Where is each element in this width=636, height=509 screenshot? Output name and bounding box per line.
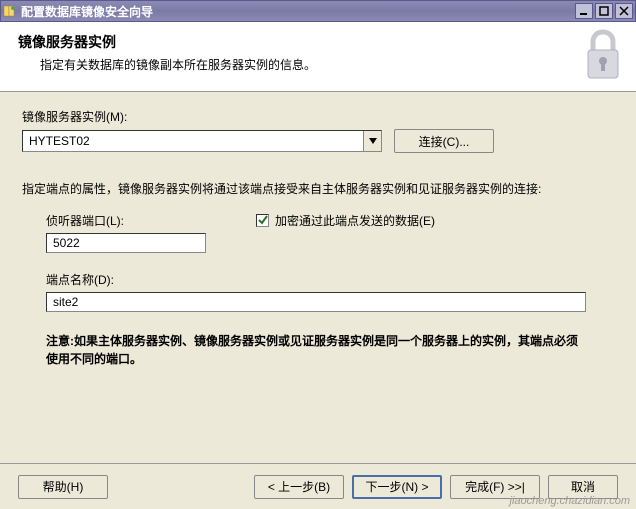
- titlebar: 配置数据库镜像安全向导: [0, 0, 636, 22]
- connect-button[interactable]: 连接(C)...: [394, 129, 494, 153]
- titlebar-title: 配置数据库镜像安全向导: [21, 3, 575, 20]
- window-controls: [575, 3, 633, 19]
- encrypt-label: 加密通过此端点发送的数据(E): [275, 212, 435, 229]
- endpoint-name-input[interactable]: [46, 292, 586, 312]
- help-button[interactable]: 帮助(H): [18, 475, 108, 499]
- watermark: jiaocheng.chazidian.com: [510, 495, 630, 507]
- port-encrypt-row: 侦听器端口(L): 加密通过此端点发送的数据(E): [22, 212, 614, 253]
- endpoint-name-label: 端点名称(D):: [46, 271, 614, 288]
- wizard-header: 镜像服务器实例 指定有关数据库的镜像副本所在服务器实例的信息。: [0, 22, 636, 92]
- page-subtitle: 指定有关数据库的镜像副本所在服务器实例的信息。: [40, 56, 618, 73]
- lock-icon: [578, 28, 628, 84]
- app-icon: [3, 4, 17, 18]
- maximize-button[interactable]: [595, 3, 613, 19]
- warning-text: 注意:如果主体服务器实例、镜像服务器实例或见证服务器实例是同一个服务器上的实例，…: [46, 332, 586, 368]
- chevron-down-icon[interactable]: [363, 131, 381, 151]
- mirror-server-row: HYTEST02 连接(C)...: [22, 129, 614, 153]
- mirror-server-label: 镜像服务器实例(M):: [22, 108, 614, 125]
- endpoint-name-group: 端点名称(D):: [46, 271, 614, 312]
- endpoint-description: 指定端点的属性，镜像服务器实例将通过该端点接受来自主体服务器实例和见证服务器实例…: [22, 181, 614, 198]
- listener-port-group: 侦听器端口(L):: [46, 212, 206, 253]
- page-title: 镜像服务器实例: [18, 32, 618, 52]
- next-button[interactable]: 下一步(N) >: [352, 475, 442, 499]
- encrypt-group: 加密通过此端点发送的数据(E): [256, 212, 435, 229]
- back-button[interactable]: < 上一步(B): [254, 475, 344, 499]
- close-button[interactable]: [615, 3, 633, 19]
- listener-port-input[interactable]: [46, 233, 206, 253]
- encrypt-checkbox[interactable]: [256, 214, 269, 227]
- mirror-server-value: HYTEST02: [23, 132, 363, 150]
- listener-port-label: 侦听器端口(L):: [46, 212, 206, 229]
- mirror-server-combo[interactable]: HYTEST02: [22, 130, 382, 152]
- minimize-button[interactable]: [575, 3, 593, 19]
- content-panel: 镜像服务器实例(M): HYTEST02 连接(C)... 指定端点的属性，镜像…: [0, 92, 636, 464]
